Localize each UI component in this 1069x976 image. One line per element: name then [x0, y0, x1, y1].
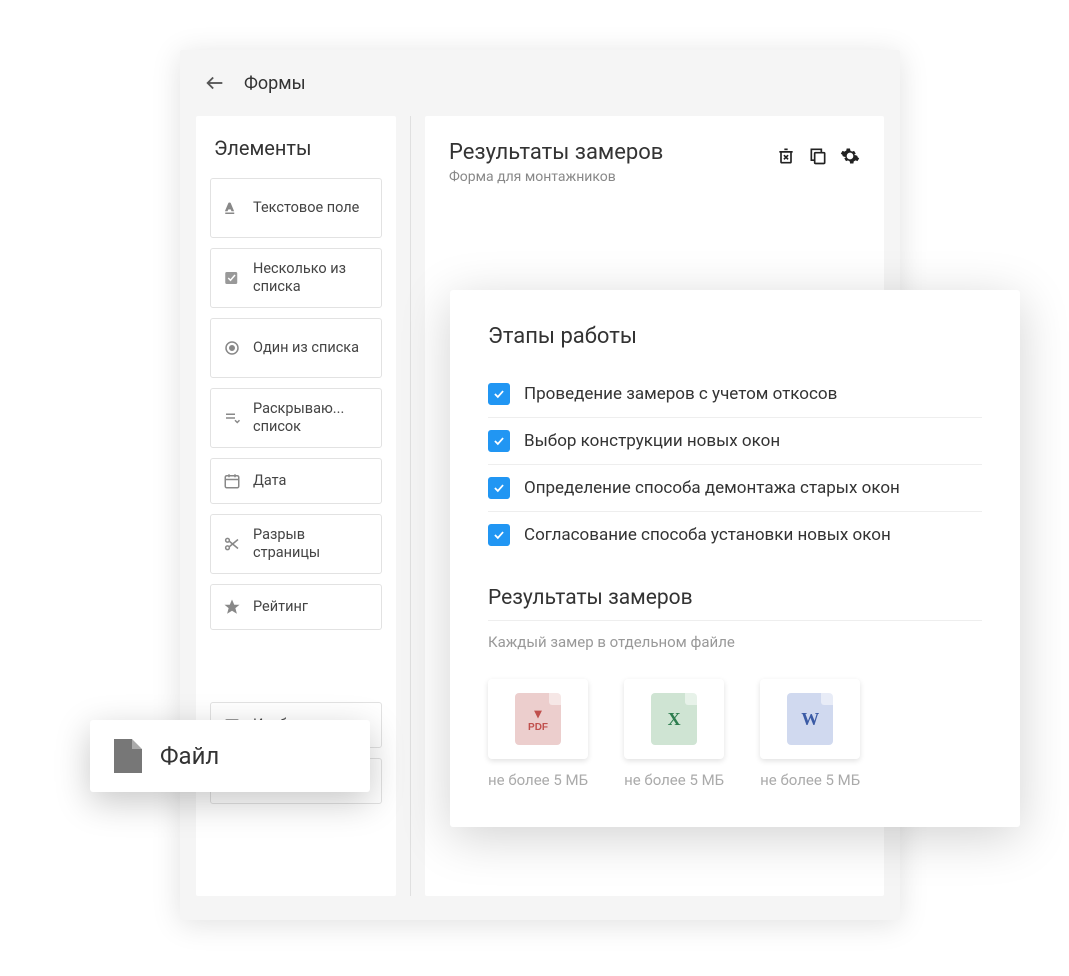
element-label: Дата: [253, 472, 286, 490]
file-upload-doc[interactable]: W не более 5 МБ: [760, 679, 860, 789]
form-preview-card: Этапы работы Проведение замеров с учетом…: [450, 290, 1020, 827]
form-title: Результаты замеров: [449, 140, 663, 165]
dropdown-icon: [221, 407, 243, 429]
file-tile[interactable]: X: [624, 679, 724, 759]
vertical-divider: [410, 116, 411, 896]
doc-icon: W: [787, 693, 833, 745]
settings-icon[interactable]: [840, 146, 860, 166]
dragged-element-file[interactable]: Файл: [90, 720, 370, 792]
form-header: Результаты замеров Форма для монтажников: [449, 140, 860, 185]
checkbox-icon: [221, 267, 243, 289]
element-checkbox-list[interactable]: Несколько из списка: [210, 248, 382, 308]
svg-text:A: A: [226, 201, 233, 213]
text-field-icon: A: [221, 197, 243, 219]
section-title-results: Результаты замеров: [488, 586, 982, 621]
form-actions: [776, 140, 860, 166]
form-subtitle: Форма для монтажников: [449, 169, 663, 185]
element-label: Текстовое поле: [253, 199, 359, 217]
file-size-caption: не более 5 МБ: [624, 771, 724, 789]
checklist-label: Проведение замеров с учетом откосов: [524, 384, 837, 404]
element-page-break[interactable]: Разрыв страницы: [210, 514, 382, 574]
element-label: Разрыв страницы: [253, 526, 371, 562]
checkbox-checked-icon[interactable]: [488, 477, 510, 499]
xls-icon: X: [651, 693, 697, 745]
element-label: Один из списка: [253, 339, 359, 357]
checkbox-checked-icon[interactable]: [488, 383, 510, 405]
element-label: Раскрываю... список: [253, 400, 371, 436]
element-dropdown[interactable]: Раскрываю... список: [210, 388, 382, 448]
element-text-field[interactable]: A Текстовое поле: [210, 178, 382, 238]
checklist-item[interactable]: Определение способа демонтажа старых око…: [488, 465, 982, 512]
checklist-label: Выбор конструкции новых окон: [524, 431, 780, 451]
star-icon: [221, 596, 243, 618]
file-icon: [114, 739, 142, 773]
element-radio-list[interactable]: Один из списка: [210, 318, 382, 378]
dragged-element-label: Файл: [160, 742, 219, 770]
checkbox-checked-icon[interactable]: [488, 524, 510, 546]
file-tile[interactable]: PDF: [488, 679, 588, 759]
section-title-stages: Этапы работы: [488, 324, 982, 349]
checklist-label: Определение способа демонтажа старых око…: [524, 478, 900, 498]
file-size-caption: не более 5 МБ: [488, 771, 588, 789]
calendar-icon: [221, 470, 243, 492]
header: Формы: [180, 50, 900, 116]
checkbox-checked-icon[interactable]: [488, 430, 510, 452]
file-upload-xls[interactable]: X не более 5 МБ: [624, 679, 724, 789]
element-label: Несколько из списка: [253, 260, 371, 296]
element-label: Рейтинг: [253, 598, 308, 616]
header-title: Формы: [244, 73, 306, 94]
checklist-item[interactable]: Согласование способа установки новых око…: [488, 512, 982, 558]
copy-icon[interactable]: [808, 146, 828, 166]
file-tile[interactable]: W: [760, 679, 860, 759]
element-date[interactable]: Дата: [210, 458, 382, 504]
file-upload-row: PDF не более 5 МБ X не более 5 МБ W не б…: [488, 679, 982, 789]
back-arrow-icon[interactable]: [204, 72, 226, 94]
file-upload-pdf[interactable]: PDF не более 5 МБ: [488, 679, 588, 789]
checklist-item[interactable]: Выбор конструкции новых окон: [488, 418, 982, 465]
checklist-item[interactable]: Проведение замеров с учетом откосов: [488, 371, 982, 418]
element-rating[interactable]: Рейтинг: [210, 584, 382, 630]
pdf-icon: PDF: [515, 693, 561, 745]
checklist-label: Согласование способа установки новых око…: [524, 525, 891, 545]
scissors-icon: [221, 533, 243, 555]
delete-icon[interactable]: [776, 146, 796, 166]
sidebar-title: Элементы: [210, 136, 382, 160]
section-hint: Каждый замер в отдельном файле: [488, 633, 982, 651]
file-size-caption: не более 5 МБ: [760, 771, 860, 789]
radio-icon: [221, 337, 243, 359]
